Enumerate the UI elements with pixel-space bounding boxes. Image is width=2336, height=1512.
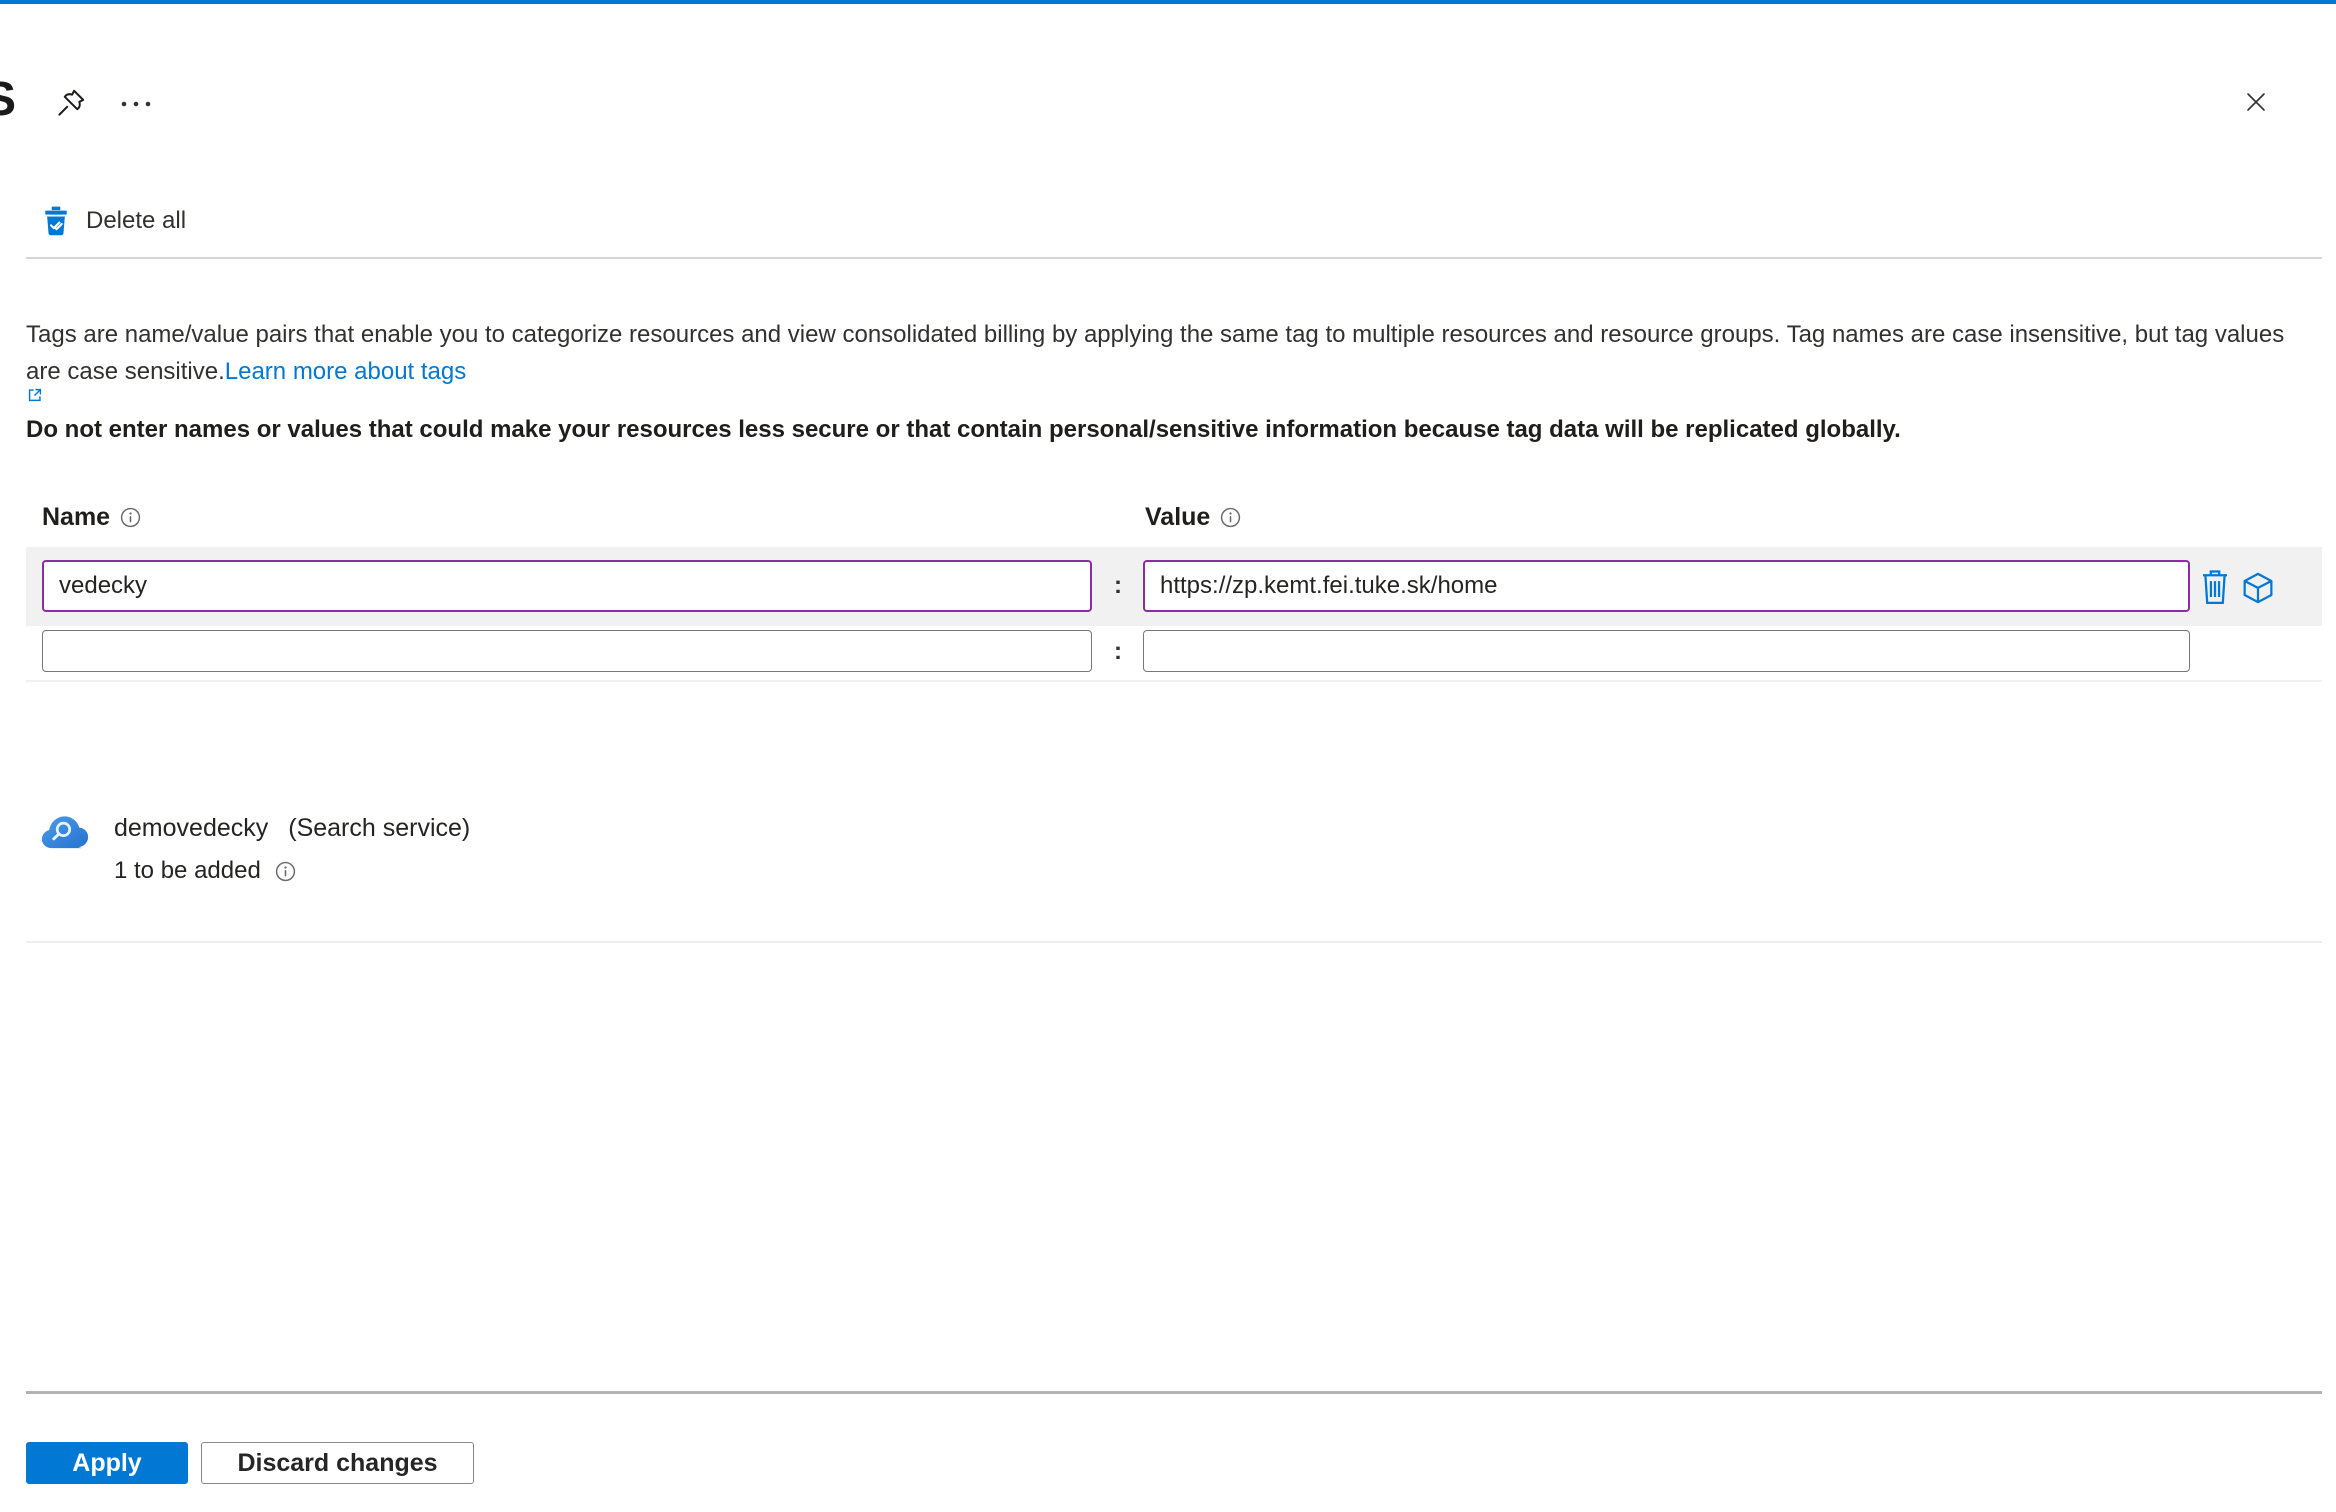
pushpin-icon xyxy=(54,86,88,120)
name-value-separator: : xyxy=(1114,638,1122,665)
rows-bottom-divider xyxy=(26,680,2322,682)
cube-outline-icon xyxy=(2240,570,2276,606)
resource-type: (Search service) xyxy=(288,814,471,842)
footer-divider xyxy=(26,1391,2322,1394)
tag-value-input-row2[interactable] xyxy=(1143,630,2190,672)
name-header-label: Name xyxy=(42,503,111,531)
info-circle-icon[interactable] xyxy=(120,507,141,528)
trash-with-check-icon xyxy=(42,205,70,237)
toolbar-divider xyxy=(26,257,2322,259)
resource-name: demovedecky xyxy=(114,814,269,842)
more-options-button[interactable] xyxy=(118,92,154,116)
pending-status: 1 to be added xyxy=(114,857,261,884)
pin-button[interactable] xyxy=(54,86,88,120)
tags-blade: S Delete all Tags are name/value pairs t… xyxy=(0,0,2336,1512)
portal-top-accent-bar xyxy=(0,0,2336,4)
name-value-separator: : xyxy=(1114,572,1122,599)
tag-value-input-row1[interactable] xyxy=(1143,560,2190,612)
tags-description: Tags are name/value pairs that enable yo… xyxy=(26,316,2318,408)
info-circle-icon[interactable] xyxy=(275,861,296,882)
cloud-magnifier-icon xyxy=(40,814,90,885)
resource-info: demovedecky (Search service) 1 to be add… xyxy=(114,814,470,885)
resource-summary: demovedecky (Search service) 1 to be add… xyxy=(40,814,470,885)
delete-all-label: Delete all xyxy=(86,207,187,234)
value-header-label: Value xyxy=(1145,503,1211,531)
apply-button[interactable]: Apply xyxy=(26,1442,188,1484)
resource-section-divider xyxy=(26,941,2322,943)
close-x-icon xyxy=(2240,86,2272,118)
resource-cube-button[interactable] xyxy=(2240,570,2276,606)
delete-tag-row-button[interactable] xyxy=(2200,568,2230,606)
tag-name-input-row1[interactable] xyxy=(42,560,1092,612)
blade-title-fragment: S xyxy=(0,73,17,126)
info-circle-icon[interactable] xyxy=(1220,507,1241,528)
resource-name-line: demovedecky (Search service) xyxy=(114,814,470,843)
external-link-icon xyxy=(26,386,2318,404)
delete-all-button[interactable]: Delete all xyxy=(42,202,186,240)
trash-outline-icon xyxy=(2200,568,2230,606)
ellipsis-icon xyxy=(118,92,154,116)
name-column-header: Name xyxy=(42,503,141,532)
learn-more-link[interactable]: Learn more about tags xyxy=(225,358,467,385)
close-button[interactable] xyxy=(2240,86,2272,118)
resource-pending-line: 1 to be added xyxy=(114,857,470,885)
discard-changes-button[interactable]: Discard changes xyxy=(201,1442,474,1484)
security-warning-text: Do not enter names or values that could … xyxy=(26,416,1901,443)
tag-name-input-row2[interactable] xyxy=(42,630,1092,672)
value-column-header: Value xyxy=(1145,503,1241,532)
